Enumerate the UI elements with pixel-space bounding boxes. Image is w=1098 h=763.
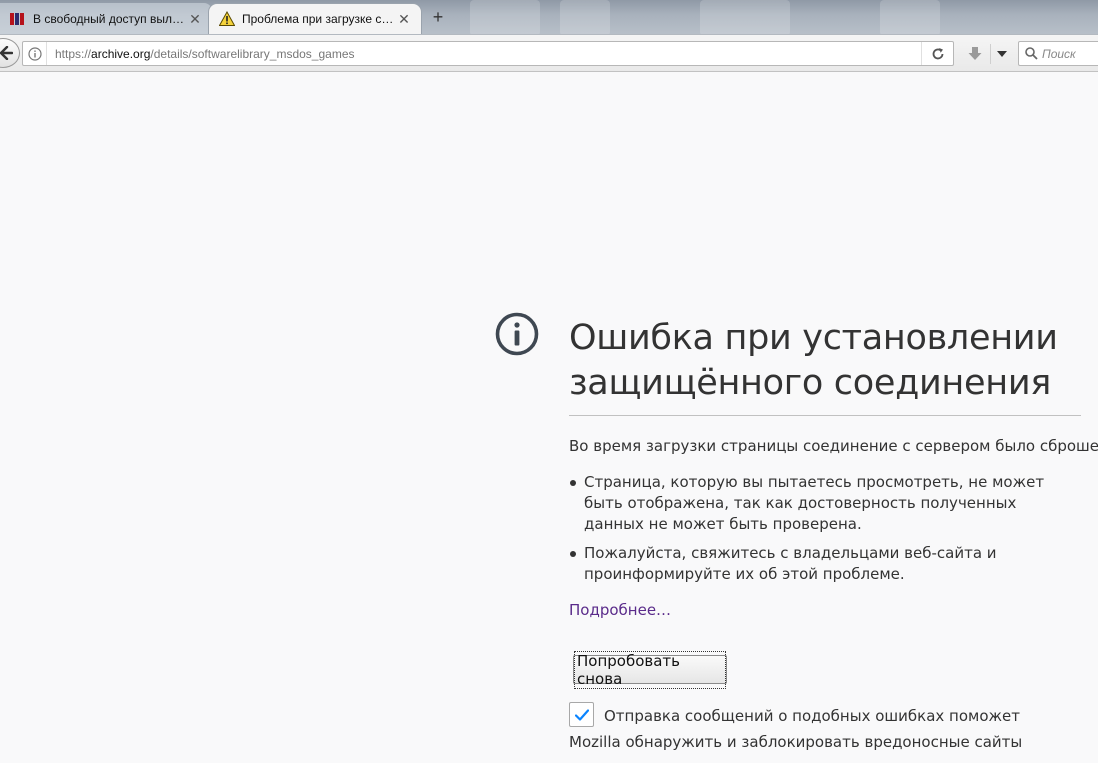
url-path: /details/softwarelibrary_msdos_games	[150, 46, 355, 61]
try-again-label: Попробовать снова	[574, 650, 726, 689]
info-icon	[27, 46, 42, 61]
tab-title: Проблема при загрузке с…	[242, 12, 394, 26]
tab-error-page[interactable]: Проблема при загрузке с… ✕	[208, 3, 422, 34]
tab-strip: В свободный доступ выл… ✕ Проблема при з…	[0, 0, 1098, 36]
error-title: Ошибка при установлении защищённого соед…	[569, 318, 1058, 403]
download-arrow-icon	[968, 47, 982, 60]
report-errors-label: Отправка сообщений о подобных ошибках по…	[569, 707, 1023, 751]
back-arrow-icon	[0, 46, 13, 60]
maximonline-favicon-icon	[10, 12, 27, 26]
list-item: Пожалуйста, свяжитесь с владельцами веб-…	[569, 543, 1081, 585]
title-divider	[569, 415, 1081, 416]
site-info-button[interactable]	[23, 42, 47, 65]
learn-more-link[interactable]: Подробнее…	[569, 601, 671, 619]
reload-button[interactable]	[921, 42, 953, 65]
chevron-down-icon	[996, 51, 1007, 57]
try-again-button[interactable]: Попробовать снова	[573, 650, 727, 689]
warning-triangle-icon	[219, 11, 235, 26]
error-bullet-list: Страница, которую вы пытаетесь просмотре…	[569, 472, 1081, 593]
url-bar[interactable]: https://archive.org/details/softwarelibr…	[22, 41, 954, 66]
list-item: Страница, которую вы пытаетесь просмотре…	[569, 472, 1081, 535]
toolbar-menu-dropdown[interactable]	[990, 44, 1012, 64]
close-tab-icon[interactable]: ✕	[188, 12, 202, 26]
new-tab-button[interactable]: +	[428, 6, 448, 28]
url-scheme: https://	[55, 46, 92, 61]
url-text[interactable]: https://archive.org/details/softwarelibr…	[47, 47, 921, 61]
window-background	[470, 0, 540, 36]
checkmark-icon	[574, 708, 589, 721]
search-input[interactable]	[1042, 46, 1098, 61]
tab-title: В свободный доступ выл…	[33, 11, 184, 26]
window-background	[880, 0, 940, 36]
reload-icon	[932, 47, 943, 59]
error-info-icon	[495, 312, 539, 356]
tab-maximonline[interactable]: В свободный доступ выл… ✕	[0, 3, 212, 34]
window-background	[700, 0, 790, 36]
close-tab-icon[interactable]: ✕	[397, 12, 411, 26]
url-host: archive.org	[91, 46, 151, 61]
back-button[interactable]	[0, 38, 20, 68]
report-errors-checkbox[interactable]	[569, 702, 594, 727]
search-bar[interactable]	[1018, 41, 1098, 66]
search-icon	[1025, 47, 1038, 60]
window-background	[560, 0, 610, 36]
downloads-button[interactable]	[964, 44, 986, 64]
navigation-toolbar: https://archive.org/details/softwarelibr…	[0, 34, 1098, 72]
error-description: Во время загрузки страницы соединение с …	[569, 437, 1098, 455]
